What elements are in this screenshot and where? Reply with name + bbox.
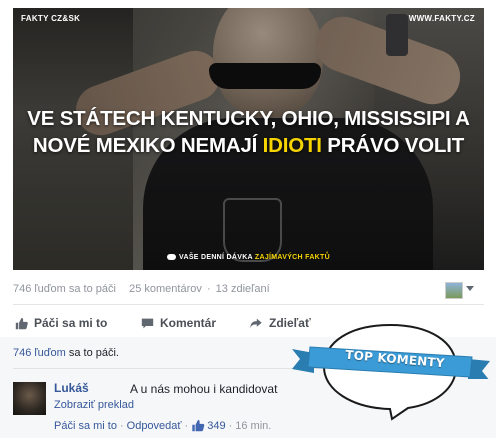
comment-actions: Páči sa mi to · Odpovedať · 349 · 16 min… bbox=[54, 419, 271, 432]
image-footer-text: VAŠE DENNÍ DÁVKA bbox=[179, 254, 255, 261]
comment-like-link[interactable]: Páči sa mi to bbox=[54, 420, 117, 432]
like-button[interactable]: Páči sa mi to bbox=[15, 316, 107, 330]
image-brand-tag: FAKTY CZ&SK bbox=[21, 14, 81, 23]
comment-like-count[interactable]: 349 bbox=[207, 420, 225, 432]
divider bbox=[13, 304, 484, 305]
avatar[interactable] bbox=[13, 382, 46, 415]
likes-summary: 746 ľuďom sa to páči. bbox=[13, 347, 119, 359]
share-button-label: Zdieľať bbox=[269, 316, 311, 330]
comment-icon bbox=[141, 318, 154, 328]
comment-timestamp[interactable]: 16 min. bbox=[235, 420, 271, 432]
thumbs-up-icon bbox=[15, 317, 28, 329]
image-footer-highlight: ZAJÍMAVÝCH FAKTŮ bbox=[254, 254, 330, 261]
translate-link[interactable]: Zobraziť preklad bbox=[54, 399, 134, 411]
comment-author[interactable]: Lukáš bbox=[54, 381, 89, 395]
image-headline: VE STÁTECH KENTUCKY, OHIO, MISSISSIPI A … bbox=[13, 105, 484, 159]
post-image[interactable]: FAKTY CZ&SK WWW.FAKTY.CZ VE STÁTECH KENT… bbox=[13, 8, 484, 270]
share-arrow-icon bbox=[250, 318, 262, 328]
eye-icon bbox=[167, 254, 177, 261]
comment-text: A u nás mohou i kandidovat bbox=[130, 382, 278, 396]
image-footer: VAŠE DENNÍ DÁVKA ZAJÍMAVÝCH FAKTŮ bbox=[13, 254, 484, 261]
page-thumbnail-icon[interactable] bbox=[445, 282, 463, 299]
meta-separator: · bbox=[119, 419, 124, 432]
comments-count[interactable]: 25 komentárov bbox=[129, 283, 202, 295]
share-button[interactable]: Zdieľať bbox=[249, 316, 311, 330]
meta-separator: · bbox=[228, 419, 233, 432]
caret-down-icon[interactable] bbox=[466, 286, 474, 291]
stats-separator bbox=[121, 283, 124, 295]
likes-summary-text: sa to páči. bbox=[65, 347, 119, 359]
headline-text-end: PRÁVO VOLIT bbox=[321, 134, 465, 157]
meta-separator: · bbox=[184, 419, 189, 432]
comment-button-label: Komentár bbox=[160, 316, 217, 330]
likes-summary-link[interactable]: 746 ľuďom bbox=[13, 347, 66, 359]
stats-separator: · bbox=[206, 283, 211, 295]
like-button-label: Páči sa mi to bbox=[34, 316, 108, 330]
headline-highlight: IDIOTI bbox=[262, 134, 322, 157]
likes-count[interactable]: 746 ľuďom sa to páči bbox=[13, 283, 116, 295]
like-count-icon bbox=[192, 419, 205, 432]
image-url-tag: WWW.FAKTY.CZ bbox=[408, 14, 475, 23]
comment-reply-link[interactable]: Odpovedať bbox=[127, 420, 182, 432]
comment-button[interactable]: Komentár bbox=[141, 316, 216, 330]
shares-count[interactable]: 13 zdieľaní bbox=[216, 283, 270, 295]
post-stats: 746 ľuďom sa to páči 25 komentárov · 13 … bbox=[13, 283, 272, 295]
